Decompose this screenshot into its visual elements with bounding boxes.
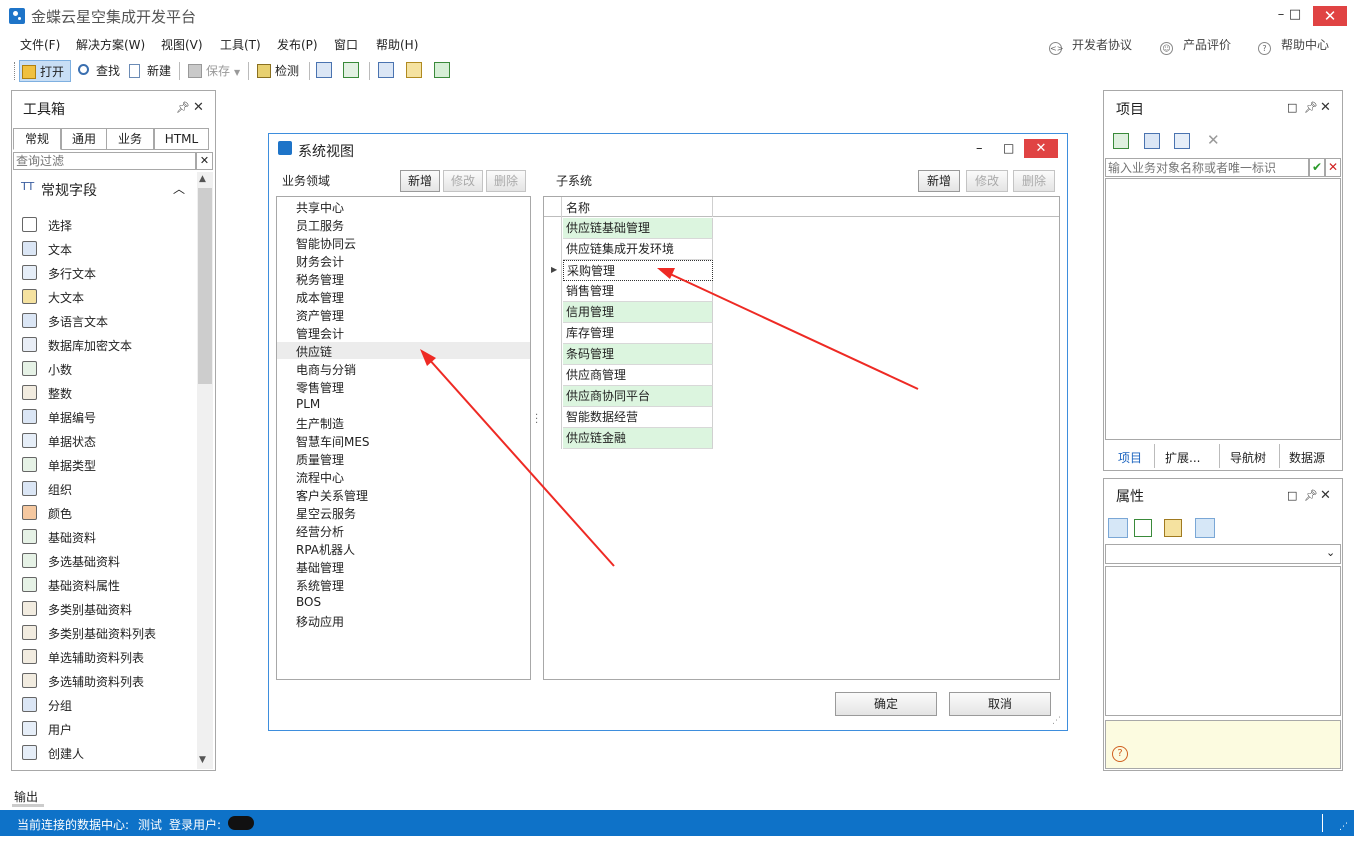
tab-divider: [1154, 444, 1155, 468]
properties-close-icon[interactable]: ✕: [1320, 488, 1331, 503]
windows-icon[interactable]: [1144, 133, 1160, 149]
refresh-icon[interactable]: [1113, 133, 1129, 149]
project-pin-icon[interactable]: 📌︎: [1304, 101, 1318, 114]
datacenter-value: 测试: [138, 818, 163, 832]
properties-title: 属性: [1116, 489, 1144, 505]
project-tab-project[interactable]: 项目: [1118, 449, 1142, 466]
project-restore-icon[interactable]: □: [1287, 101, 1297, 114]
confirm-search-icon[interactable]: ✔: [1309, 158, 1325, 177]
project-tab-navtree[interactable]: 导航树: [1230, 449, 1266, 466]
property-pages-icon[interactable]: [1164, 519, 1182, 537]
status-bar: 当前连接的数据中心: 测试 登录用户: ⋰: [0, 810, 1354, 836]
redacted-user-name: [228, 816, 254, 830]
tab-divider: [1279, 444, 1280, 468]
project-tree[interactable]: [1105, 178, 1341, 440]
status-separator: [1322, 814, 1323, 832]
project-title: 项目: [1116, 102, 1144, 118]
project-tab-extension[interactable]: 扩展...: [1165, 449, 1200, 466]
delete-icon[interactable]: ✕: [1207, 131, 1220, 149]
properties-restore-icon[interactable]: □: [1287, 489, 1297, 502]
object-selector-dropdown[interactable]: [1105, 544, 1341, 564]
project-close-icon[interactable]: ✕: [1320, 100, 1331, 115]
user-label: 登录用户:: [169, 818, 222, 832]
help-bubble-icon: ?: [1112, 746, 1128, 762]
size-grip-icon[interactable]: ⋰: [1339, 822, 1348, 832]
arrow-to-subsystem: [667, 272, 919, 390]
categorized-icon[interactable]: [1108, 518, 1128, 538]
project-search-input[interactable]: [1105, 158, 1309, 177]
properties-pin-icon[interactable]: 📌︎: [1304, 489, 1318, 502]
cancel-search-icon[interactable]: ✕: [1325, 158, 1341, 177]
chevron-down-icon[interactable]: ⌄: [1326, 546, 1335, 559]
arrowhead-subsystem: [657, 268, 675, 279]
sort-alpha-icon[interactable]: [1134, 519, 1152, 537]
project-tab-datasource[interactable]: 数据源: [1289, 449, 1325, 466]
property-grid[interactable]: [1105, 566, 1341, 716]
arrow-to-domain: [427, 357, 615, 567]
property-description: [1105, 720, 1341, 769]
datacenter-label: 当前连接的数据中心:: [17, 818, 130, 832]
copy-icon[interactable]: [1174, 133, 1190, 149]
help-panel-icon[interactable]: [1195, 518, 1215, 538]
tab-divider: [1219, 444, 1220, 468]
